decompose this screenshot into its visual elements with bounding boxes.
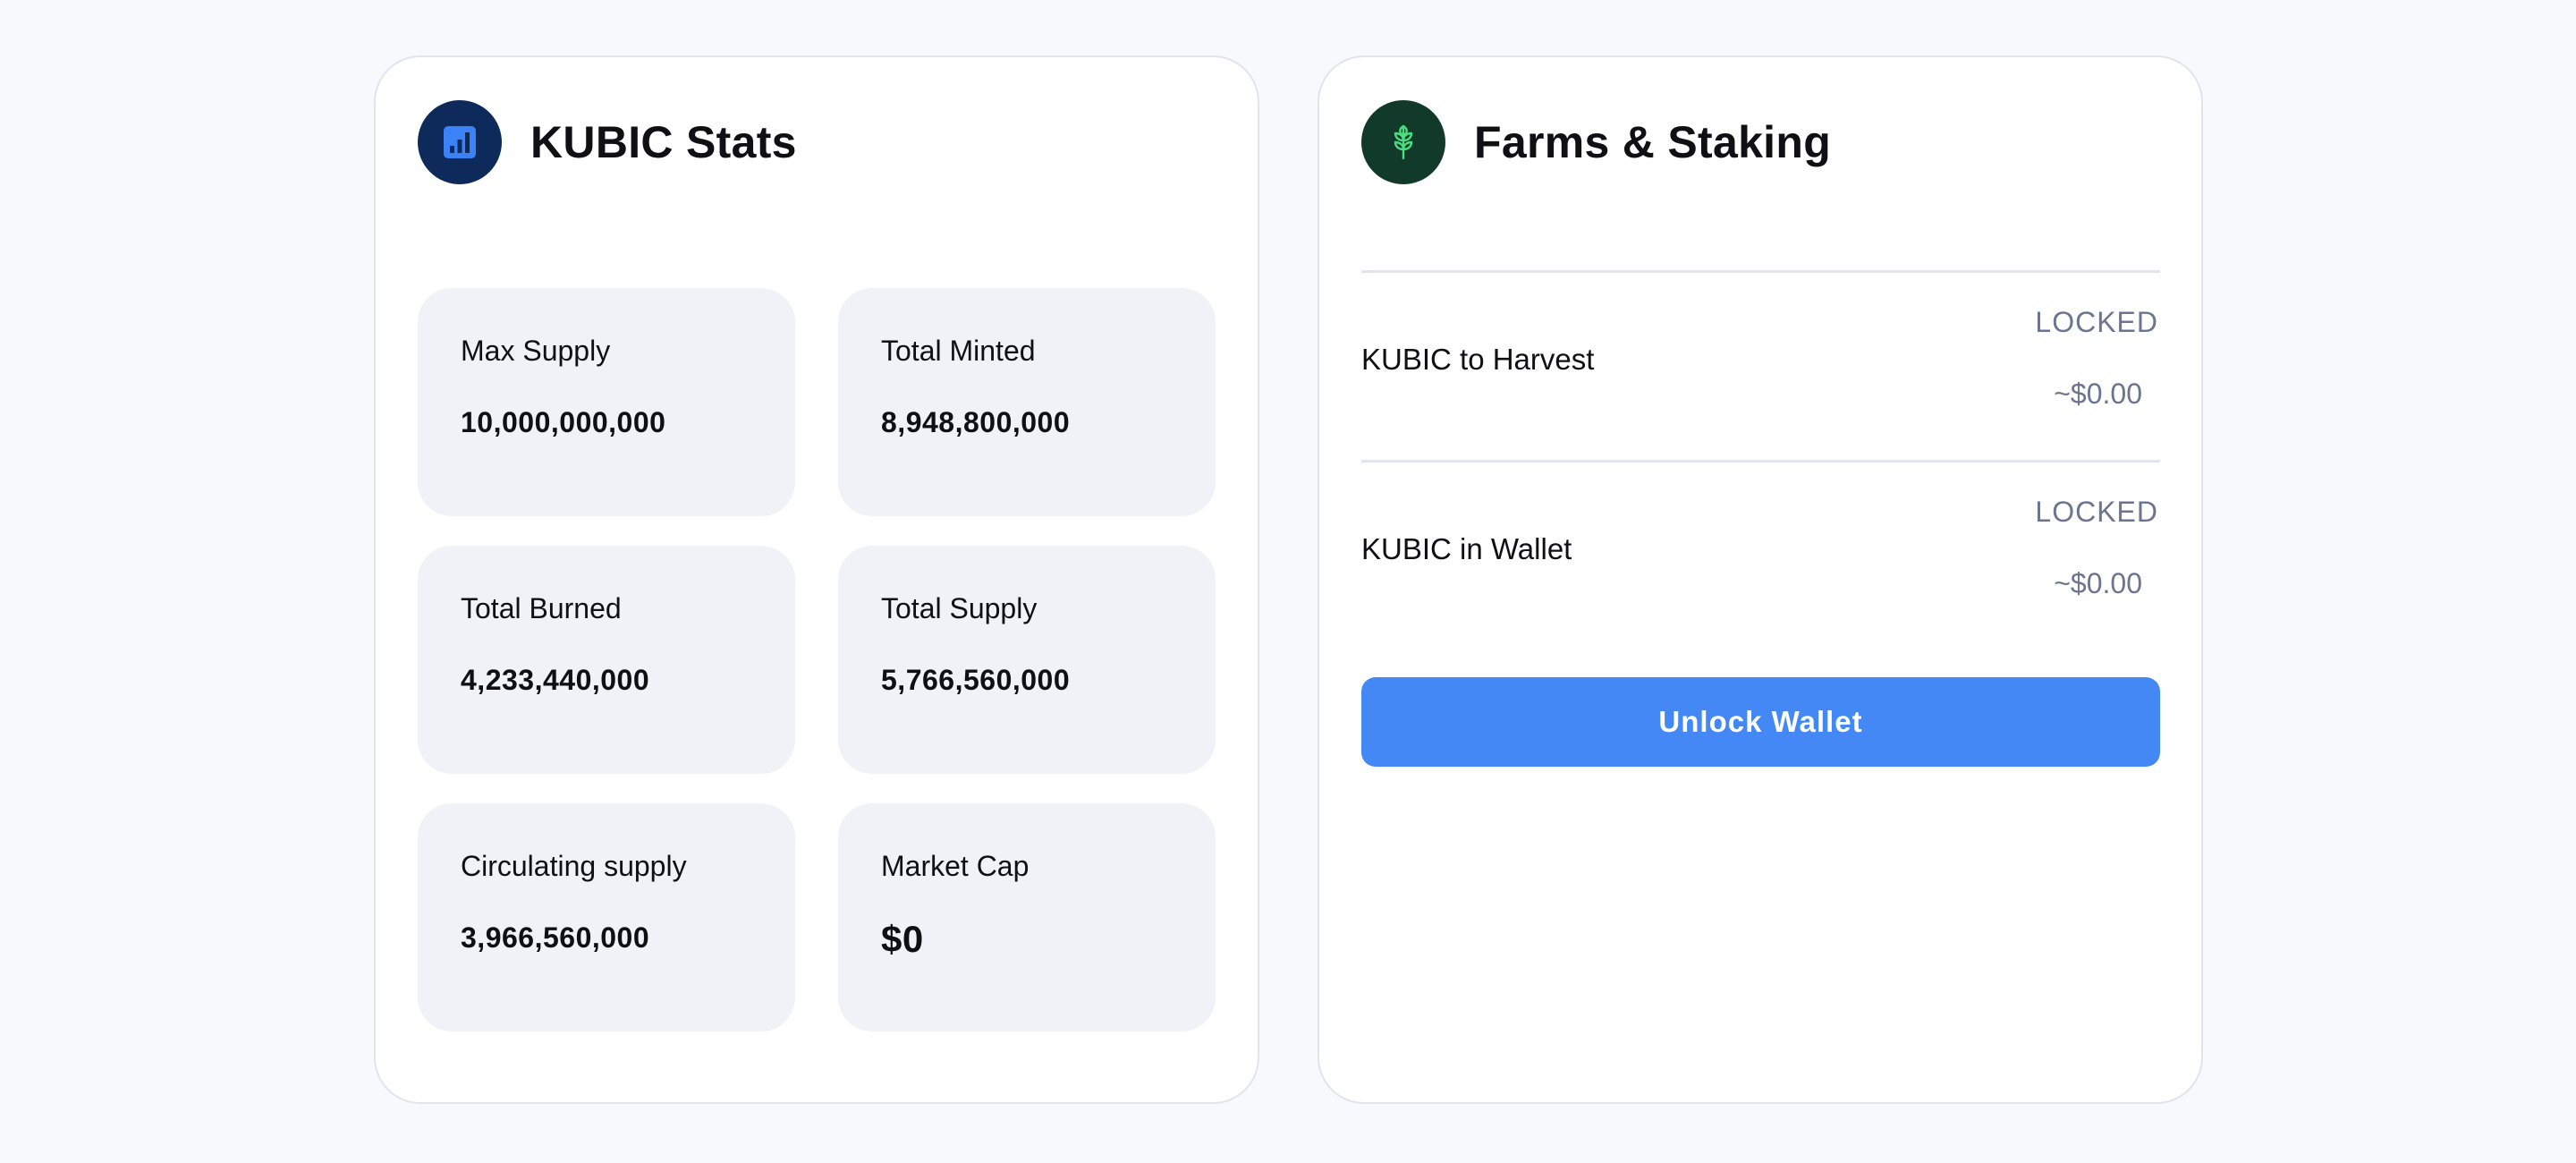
stat-value: $0 <box>881 918 924 960</box>
stat-value: 3,966,560,000 <box>461 921 650 954</box>
kubic-stats-card: KUBIC Stats Max Supply 10,000,000,000 To… <box>374 55 1259 1104</box>
farms-staking-card: Farms & Staking KUBIC to Harvest LOCKED … <box>1318 55 2203 1104</box>
stat-value: 5,766,560,000 <box>881 664 1071 696</box>
row-label-kubic-in-wallet: KUBIC in Wallet <box>1361 532 1572 565</box>
stat-label: Max Supply <box>461 335 611 367</box>
stat-total-burned: Total Burned 4,233,440,000 <box>418 546 795 774</box>
locked-status: LOCKED <box>2035 306 2158 338</box>
sprout-icon <box>1361 100 1445 184</box>
bar-chart-icon <box>418 100 502 184</box>
usd-value: ~$0.00 <box>2054 567 2142 599</box>
stat-label: Circulating supply <box>461 850 687 882</box>
stat-total-minted: Total Minted 8,948,800,000 <box>838 288 1216 516</box>
locked-status: LOCKED <box>2035 496 2158 528</box>
stat-label: Total Supply <box>881 592 1038 624</box>
usd-value: ~$0.00 <box>2054 378 2142 410</box>
farms-card-header: Farms & Staking <box>1361 100 1831 184</box>
farms-card-title: Farms & Staking <box>1474 117 1832 167</box>
stat-label: Market Cap <box>881 850 1030 882</box>
stat-total-supply: Total Supply 5,766,560,000 <box>838 546 1216 774</box>
stat-max-supply: Max Supply 10,000,000,000 <box>418 288 795 516</box>
stats-card-header: KUBIC Stats <box>418 100 797 184</box>
divider <box>1361 460 2160 463</box>
unlock-wallet-button[interactable]: Unlock Wallet <box>1361 677 2160 767</box>
divider <box>1361 270 2160 273</box>
stat-market-cap: Market Cap $0 <box>838 803 1216 1031</box>
stat-circulating-supply: Circulating supply 3,966,560,000 <box>418 803 795 1031</box>
stat-label: Total Burned <box>461 592 622 624</box>
stat-value: 8,948,800,000 <box>881 406 1071 438</box>
stats-card-title: KUBIC Stats <box>530 117 797 167</box>
stat-value: 10,000,000,000 <box>461 406 666 438</box>
stat-label: Total Minted <box>881 335 1036 367</box>
stat-value: 4,233,440,000 <box>461 664 650 696</box>
row-label-kubic-to-harvest: KUBIC to Harvest <box>1361 343 1595 376</box>
